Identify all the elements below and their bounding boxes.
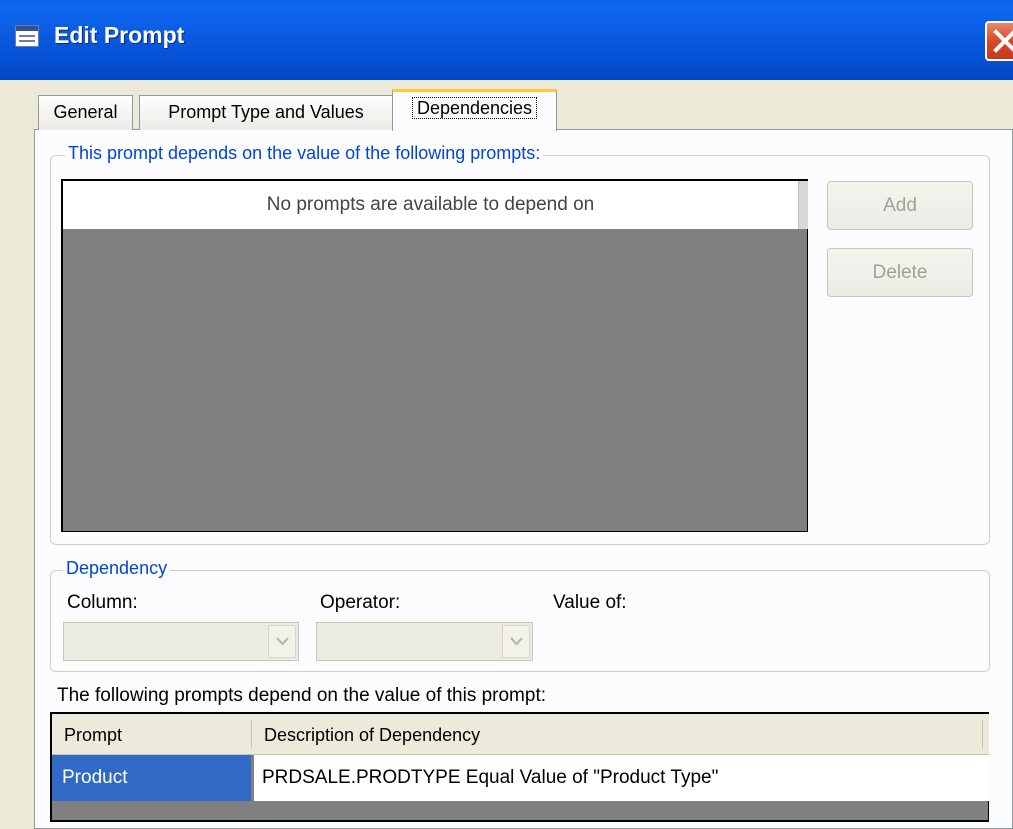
dependency-group-label: Dependency	[63, 558, 171, 579]
tab-general[interactable]: General	[38, 95, 133, 130]
delete-button[interactable]: Delete	[827, 248, 973, 297]
form-icon	[15, 25, 39, 47]
tab-dependencies[interactable]: Dependencies	[392, 89, 557, 131]
dependents-caption: The following prompts depend on the valu…	[57, 685, 547, 706]
tab-label: Dependencies	[411, 97, 538, 119]
operator-label: Operator:	[320, 592, 401, 613]
operator-dropdown-button[interactable]	[502, 625, 530, 658]
grid-header: Prompt Description of Dependency	[52, 714, 989, 755]
close-button[interactable]	[985, 21, 1013, 61]
value-of-label: Value of:	[553, 592, 627, 613]
cell-prompt[interactable]: Product	[52, 755, 251, 801]
depends-on-list[interactable]: No prompts are available to depend on	[61, 179, 808, 532]
list-scrollbar[interactable]	[798, 181, 808, 229]
column-dropdown-button[interactable]	[268, 625, 296, 658]
tab-label: Prompt Type and Values	[168, 102, 364, 122]
dependents-grid[interactable]: Prompt Description of Dependency Product…	[50, 712, 989, 822]
operator-select[interactable]	[316, 622, 533, 661]
tab-prompt-type-and-values[interactable]: Prompt Type and Values	[139, 95, 393, 130]
tab-label: General	[53, 102, 118, 122]
close-icon	[993, 29, 1013, 53]
title-bar[interactable]: Edit Prompt	[0, 0, 1013, 80]
column-header-description[interactable]: Description of Dependency	[264, 714, 480, 754]
column-select[interactable]	[63, 622, 299, 661]
list-empty-message: No prompts are available to depend on	[63, 181, 798, 229]
table-row[interactable]: Product PRDSALE.PRODTYPE Equal Value of …	[52, 755, 989, 801]
chevron-down-icon	[510, 637, 523, 646]
window-title: Edit Prompt	[54, 22, 185, 48]
chevron-down-icon	[276, 637, 289, 646]
column-header-prompt[interactable]: Prompt	[64, 714, 122, 754]
cell-description[interactable]: PRDSALE.PRODTYPE Equal Value of "Product…	[254, 755, 989, 801]
column-label: Column:	[67, 592, 138, 613]
add-button[interactable]: Add	[827, 181, 973, 230]
depends-on-group-label: This prompt depends on the value of the …	[65, 143, 544, 164]
